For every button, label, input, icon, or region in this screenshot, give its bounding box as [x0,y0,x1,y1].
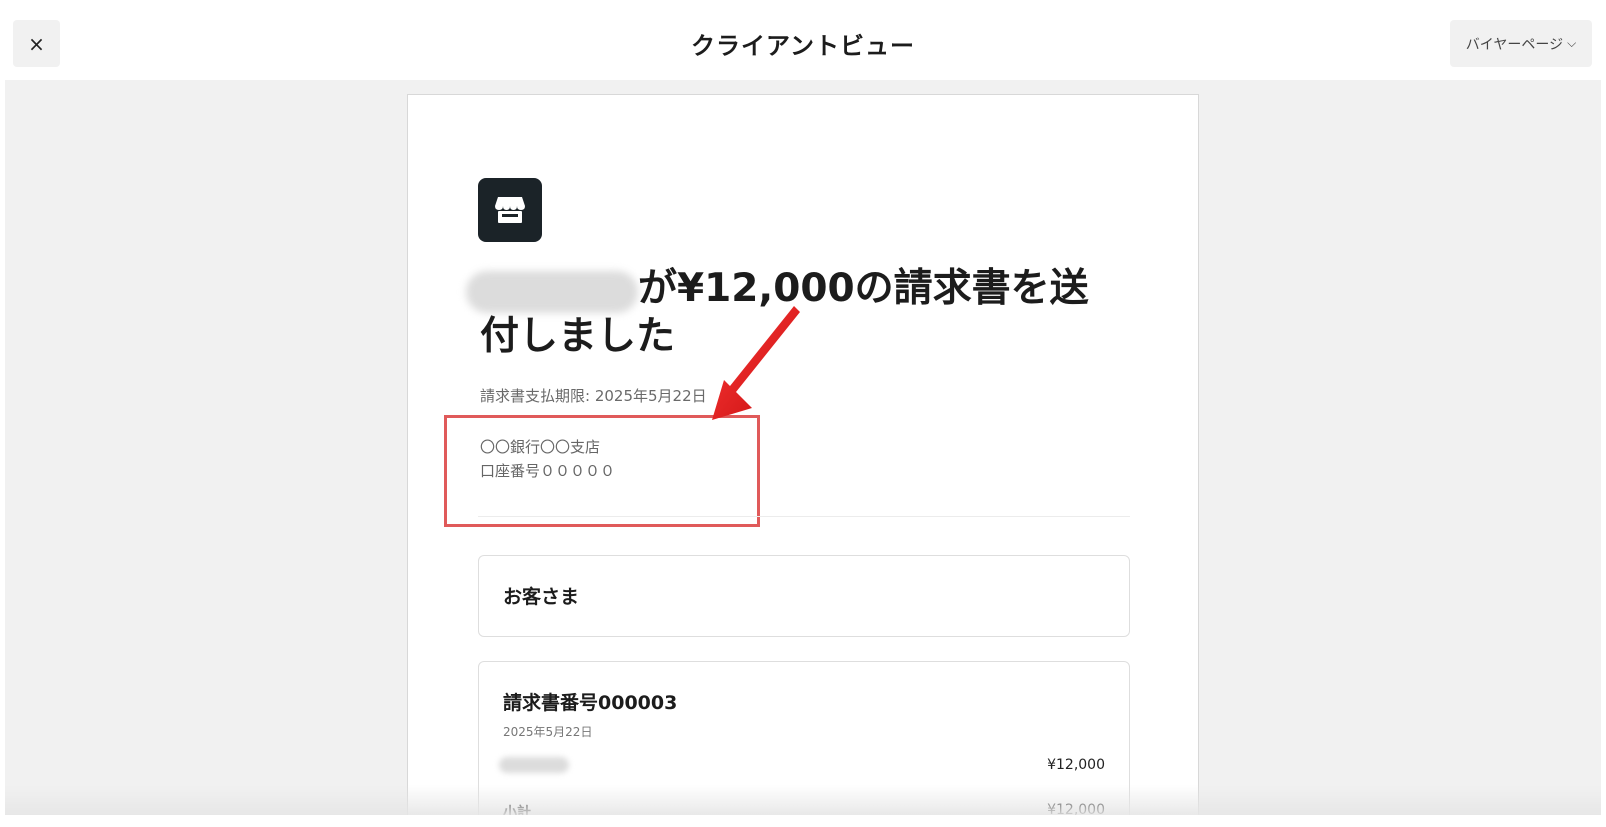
buyer-page-dropdown[interactable]: バイヤーページ ⌵ [1450,20,1592,67]
line-item-amount: ¥12,000 [1047,757,1105,773]
buyer-page-label: バイヤーページ [1465,36,1564,53]
invoice-headline: が¥12,000の請求書を送付しました [480,265,1120,361]
redacted-line-item [499,757,569,773]
chevron-down-icon: ⌵ [1567,36,1577,50]
top-bar: × クライアントビュー バイヤーページ ⌵ [0,0,1606,80]
customer-card: お客さま [478,555,1130,637]
store-icon [478,178,542,242]
invoice-document: が¥12,000の請求書を送付しました 請求書支払期限: 2025年5月22日 … [407,94,1199,815]
invoice-details-card: 請求書番号000003 2025年5月22日 ¥12,000 小計 ¥12,00… [478,661,1130,815]
headline-text: が¥12,000の請求書を送付しました [480,266,1089,359]
annotation-highlight-box [444,415,760,527]
invoice-date: 2025年5月22日 [503,725,593,739]
page-title: クライアントビュー [690,32,916,60]
subtotal-label: 小計 [503,805,531,815]
preview-stage: が¥12,000の請求書を送付しました 請求書支払期限: 2025年5月22日 … [5,80,1601,815]
subtotal-amount: ¥12,000 [1047,802,1105,815]
invoice-number: 請求書番号000003 [503,692,678,714]
divider [478,516,1130,517]
due-date: 請求書支払期限: 2025年5月22日 [480,387,707,405]
customer-title: お客さま [503,586,580,608]
